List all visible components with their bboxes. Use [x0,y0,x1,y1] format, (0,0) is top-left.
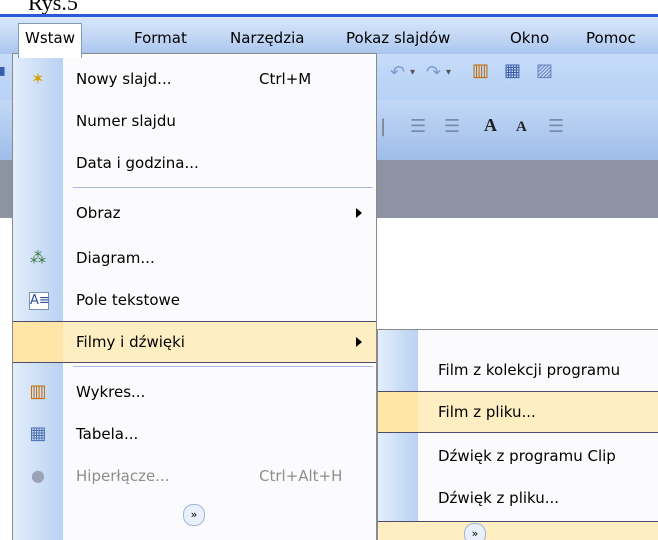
chart-icon: ▥ [29,381,47,402]
submenu-item-label: Film z kolekcji programu [438,361,621,379]
menu-item-shortcut: Ctrl+M [259,70,312,88]
tables-borders-icon[interactable]: ▨ [536,60,553,82]
submenu-item-film-z-kolekcji[interactable]: Film z kolekcji programu [378,350,658,390]
menu-narzedzia[interactable]: Narzędzia [224,24,310,52]
menu-pomoc[interactable]: Pomoc [580,24,642,52]
menu-item-hiperlacze: ● Hiperłącze... Ctrl+Alt+H [13,456,376,496]
menu-item-pole-tekstowe[interactable]: A≡ Pole tekstowe [13,280,376,320]
insert-menu: ✶ Nowy slajd... Ctrl+M Numer slajdu Data… [12,53,377,540]
submenu-item-label: Dźwięk z pliku... [438,489,560,507]
hyperlink-icon: ● [31,466,45,485]
figure-caption: Rys.5 [28,0,78,15]
redo-dropdown-icon[interactable]: ▾ [446,62,451,84]
table-icon: ▦ [29,423,47,444]
submenu-item-label: Film z pliku... [438,403,536,421]
menu-item-filmy-i-dzwieki[interactable]: Filmy i dźwięki [13,321,376,363]
menu-wstaw[interactable]: Wstaw [18,23,82,58]
highlight-gutter [13,322,63,362]
menu-format[interactable]: Format [128,24,193,52]
menu-item-shortcut: Ctrl+Alt+H [259,467,343,485]
menu-item-diagram[interactable]: ⁂ Diagram... [13,238,376,278]
submenu-arrow-icon [356,208,362,218]
submenu-expand-bar[interactable]: » [378,521,658,540]
toolbar-edge-icon: ▪ [0,60,7,81]
menu-item-data-i-godzina[interactable]: Data i godzina... [13,143,376,183]
menu-item-label: Data i godzina... [76,154,199,172]
menu-item-tabela[interactable]: ▦ Tabela... [13,414,376,454]
undo-icon[interactable]: ↶ [390,62,405,84]
menu-bar: Wstaw Format Narzędzia Pokaz slajdów Okn… [0,14,658,58]
submenu-item-dzwiek-z-pliku[interactable]: Dźwięk z pliku... [378,478,658,518]
menu-item-wykres[interactable]: ▥ Wykres... [13,372,376,412]
redo-icon[interactable]: ↷ [426,62,441,84]
menu-item-label: Obraz [76,204,121,222]
menu-item-obraz[interactable]: Obraz [13,193,376,233]
submenu-item-film-z-pliku[interactable]: Film z pliku... [378,391,658,433]
menu-item-label: Diagram... [76,249,155,267]
media-submenu: Film z kolekcji programu Film z pliku...… [377,329,658,540]
menu-item-label: Hiperłącze... [76,467,170,485]
submenu-arrow-icon [356,337,362,347]
menu-separator [73,366,373,367]
undo-dropdown-icon[interactable]: ▾ [410,62,415,84]
insert-chart-icon[interactable]: ▥ [472,60,489,82]
menu-item-label: Wykres... [76,383,146,401]
expand-submenu-chevron-icon[interactable]: » [464,523,486,540]
new-slide-icon: ✶ [31,69,45,88]
decrease-indent-icon[interactable]: ☰ [548,116,564,138]
textbox-icon: A≡ [29,292,50,310]
insert-table-icon[interactable]: ▦ [504,60,521,82]
menu-separator [73,187,373,188]
menu-item-label: Nowy slajd... [76,70,172,88]
menu-pokaz-slajdow[interactable]: Pokaz slajdów [340,24,456,52]
bullets-icon[interactable]: ☰ [444,116,460,138]
menu-okno[interactable]: Okno [504,24,555,52]
menu-item-label: Pole tekstowe [76,291,181,309]
submenu-item-dzwiek-z-programu[interactable]: Dźwięk z programu Clip [378,436,658,476]
highlight-gutter [378,392,418,432]
menu-item-label: Tabela... [76,425,139,443]
numbering-icon[interactable]: ☰ [410,116,426,138]
menu-item-numer-slajdu[interactable]: Numer slajdu [13,101,376,141]
application-window: Wstaw Format Narzędzia Pokaz slajdów Okn… [0,14,658,540]
decrease-font-icon[interactable]: A [516,116,527,138]
increase-font-icon[interactable]: A [484,114,497,136]
menu-item-label: Filmy i dźwięki [76,333,185,351]
menu-item-nowy-slajd[interactable]: ✶ Nowy slajd... Ctrl+M [13,59,376,99]
menu-item-label: Numer slajdu [76,112,176,130]
diagram-icon: ⁂ [30,248,46,267]
submenu-item-label: Dźwięk z programu Clip [438,447,616,465]
expand-menu-chevron-icon[interactable]: » [183,504,205,526]
toolbar-separator-icon: | [380,116,387,137]
